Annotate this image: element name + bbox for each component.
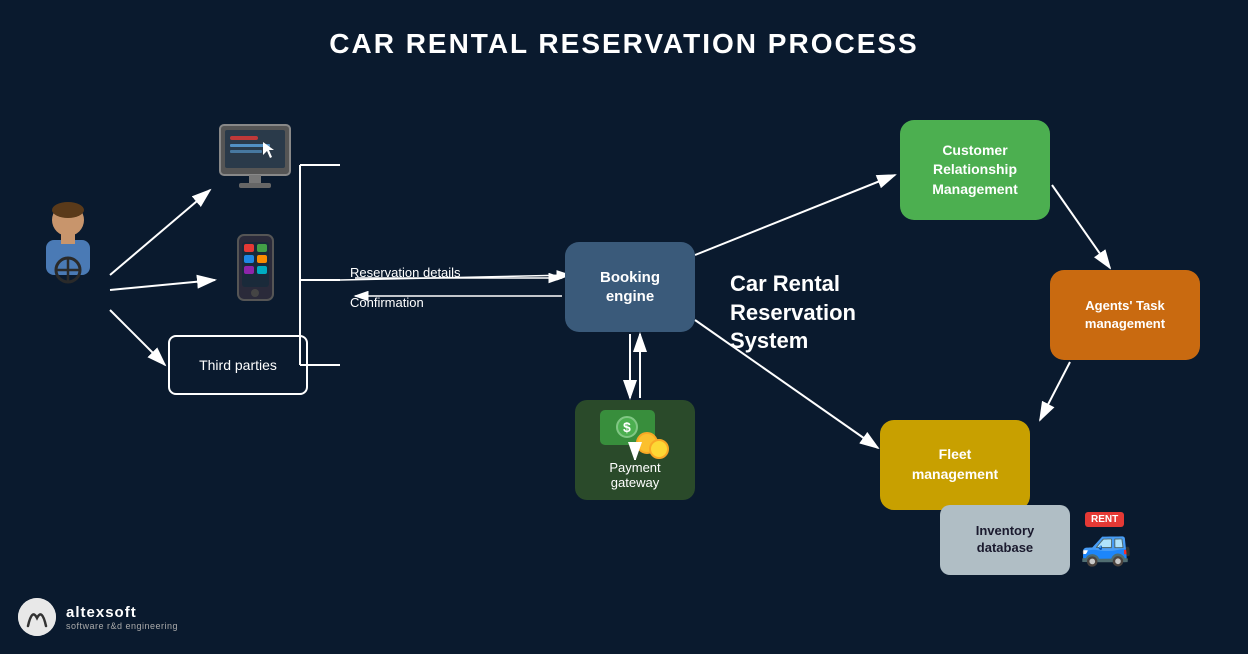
crrs-label: Car RentalReservationSystem bbox=[730, 270, 880, 356]
inventory-database-box: Inventorydatabase bbox=[940, 505, 1070, 575]
booking-engine-box: Bookingengine bbox=[565, 242, 695, 332]
inventory-label: Inventorydatabase bbox=[976, 523, 1035, 557]
agents-task-box: Agents' Taskmanagement bbox=[1050, 270, 1200, 360]
payment-gateway-label: Paymentgateway bbox=[609, 460, 660, 490]
car-icon: 🚙 bbox=[1080, 520, 1132, 569]
payment-gateway-box: $ Paymentgateway bbox=[575, 400, 695, 500]
logo-circle bbox=[18, 598, 56, 636]
monitor-icon bbox=[215, 120, 295, 200]
fleet-label: Fleetmanagement bbox=[912, 445, 998, 484]
logo-text: altexsoft software r&d engineering bbox=[66, 604, 178, 631]
crm-label: Customer Relationship Management bbox=[900, 141, 1050, 200]
confirmation-label: Confirmation bbox=[350, 295, 424, 310]
page-title: CAR RENTAL RESERVATION PROCESS bbox=[0, 0, 1248, 60]
third-parties-box: Third parties bbox=[168, 335, 308, 395]
crrs-text: Car RentalReservationSystem bbox=[730, 271, 856, 353]
agents-label: Agents' Taskmanagement bbox=[1085, 297, 1165, 333]
logo-sub: software r&d engineering bbox=[66, 621, 178, 631]
logo-name: altexsoft bbox=[66, 604, 178, 621]
svg-text:$: $ bbox=[623, 419, 631, 435]
third-parties-label: Third parties bbox=[199, 357, 277, 373]
logo-area: altexsoft software r&d engineering bbox=[18, 598, 178, 636]
crm-box: Customer Relationship Management bbox=[900, 120, 1050, 220]
booking-engine-label: Bookingengine bbox=[600, 268, 660, 307]
fleet-management-box: Fleetmanagement bbox=[880, 420, 1030, 510]
reservation-details-label: Reservation details bbox=[350, 265, 461, 280]
phone-icon bbox=[218, 230, 293, 305]
person-icon bbox=[28, 200, 108, 290]
